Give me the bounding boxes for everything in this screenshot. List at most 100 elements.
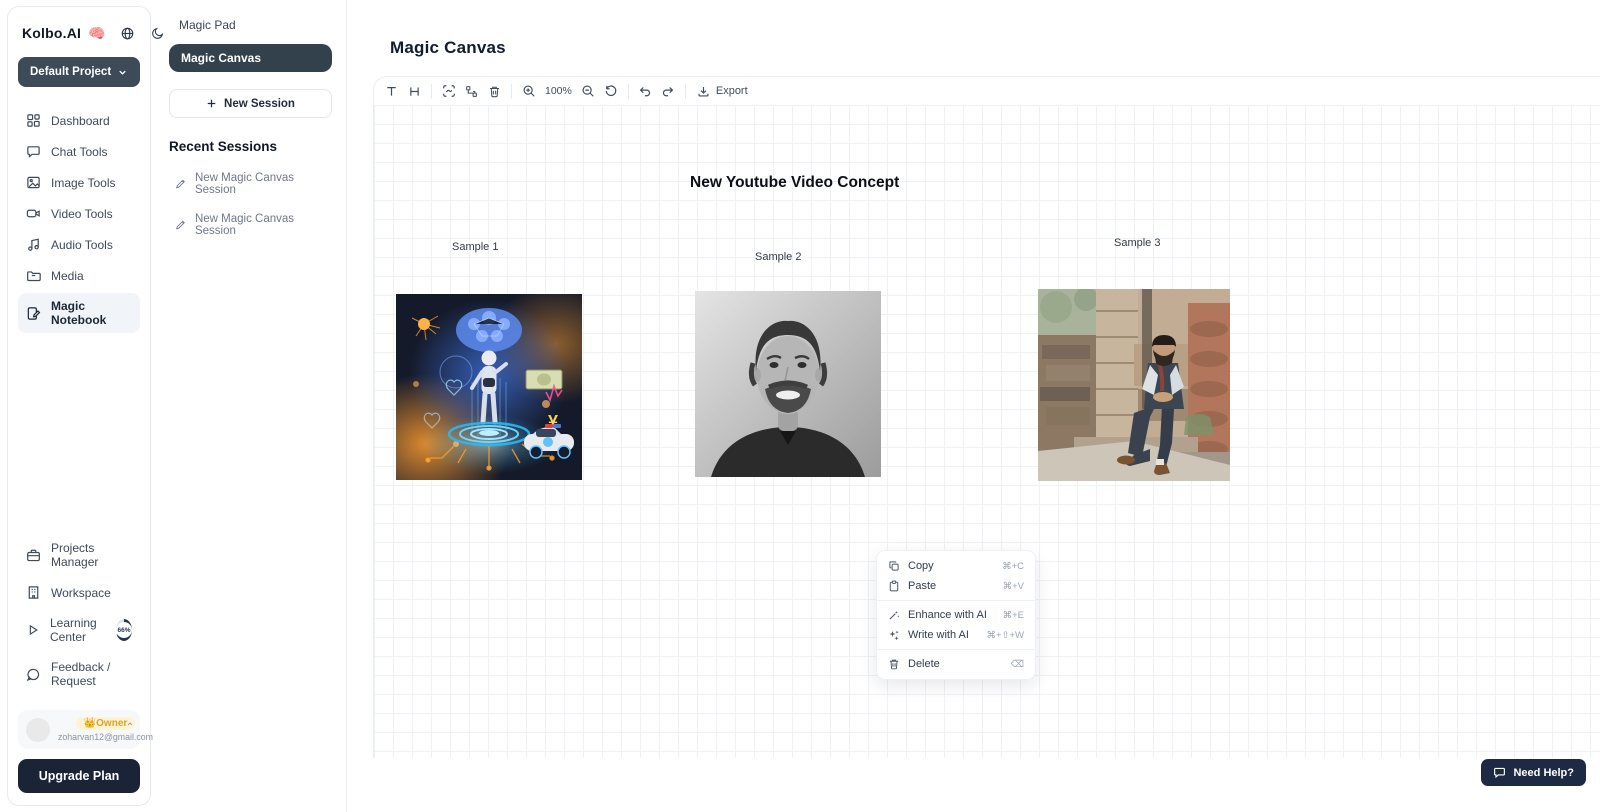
primary-nav: Dashboard Chat Tools Image Tools Video T…	[18, 107, 140, 337]
undo-button[interactable]	[634, 80, 657, 102]
zoom-level-value: 100%	[545, 85, 572, 97]
lasso-select-button[interactable]	[437, 80, 460, 102]
context-menu-item-delete[interactable]: Delete ⌫	[877, 654, 1035, 674]
media-folder-icon	[26, 268, 41, 283]
user-avatar	[26, 718, 50, 742]
briefcase-icon	[26, 548, 41, 563]
sidebar-item-projects-manager[interactable]: Projects Manager	[18, 535, 140, 575]
project-selector[interactable]: Default Project	[18, 57, 140, 87]
project-selector-label: Default Project	[30, 66, 111, 78]
context-menu-shortcut: ⌘+⇧+W	[986, 630, 1024, 641]
heading-tool-button[interactable]	[403, 80, 426, 102]
sample-1-label[interactable]: Sample 1	[452, 241, 498, 253]
app-root: Kolbo.AI 🧠 Default Project Dashboard	[0, 0, 1600, 812]
need-help-button[interactable]: Need Help?	[1481, 759, 1586, 786]
sidebar-item-media[interactable]: Media	[18, 262, 140, 289]
recent-sessions-title: Recent Sessions	[169, 139, 332, 154]
delete-tool-button[interactable]	[483, 80, 506, 102]
context-menu-label: Paste	[908, 580, 936, 592]
help-chat-icon	[1493, 766, 1506, 779]
sidebar-item-learning-center[interactable]: Learning Center 66%	[18, 610, 140, 650]
trash-icon	[488, 85, 501, 98]
sample-1-image[interactable]: ¥	[396, 294, 582, 480]
redo-button[interactable]	[657, 80, 680, 102]
sidebar-item-audio-tools[interactable]: Audio Tools	[18, 231, 140, 258]
hierarchy-button[interactable]	[460, 80, 483, 102]
notebook-pen-icon	[26, 306, 41, 321]
sidebar-item-workspace[interactable]: Workspace	[18, 579, 140, 606]
user-card[interactable]: 👑Owner zoharvan12@gmail.com	[18, 710, 140, 749]
sidebar-item-label: Projects Manager	[51, 541, 132, 569]
context-menu-item-write-with-ai[interactable]: Write with AI ⌘+⇧+W	[877, 625, 1035, 645]
sidebar-item-label: Video Tools	[51, 207, 113, 221]
sample-2-image[interactable]	[695, 291, 881, 477]
session-item[interactable]: New Magic Canvas Session	[169, 209, 332, 241]
play-icon	[26, 623, 40, 637]
music-note-icon	[26, 237, 41, 252]
redo-icon	[661, 84, 675, 98]
tab-magic-pad[interactable]: Magic Pad	[169, 14, 332, 44]
session-item[interactable]: New Magic Canvas Session	[169, 168, 332, 200]
crown-icon: 👑	[84, 718, 96, 729]
context-menu-label: Delete	[908, 658, 940, 670]
lasso-select-icon	[442, 84, 456, 98]
reset-view-button[interactable]	[600, 80, 623, 102]
session-panel: Magic Pad Magic Canvas New Session Recen…	[155, 0, 347, 812]
canvas-toolbar: 100% Export	[374, 77, 1600, 105]
toolbar-separator	[431, 84, 432, 99]
need-help-label: Need Help?	[1513, 767, 1574, 779]
sidebar-item-image-tools[interactable]: Image Tools	[18, 169, 140, 196]
export-button[interactable]: Export	[691, 85, 754, 98]
context-menu-item-enhance-with-ai[interactable]: Enhance with AI ⌘+E	[877, 605, 1035, 625]
new-session-button[interactable]: New Session	[169, 89, 332, 118]
zoom-out-button[interactable]	[577, 80, 600, 102]
sample-3-label[interactable]: Sample 3	[1114, 237, 1160, 249]
rotate-reset-icon	[604, 84, 618, 98]
brand-head-icon: 🧠	[88, 26, 105, 40]
session-item-label: New Magic Canvas Session	[195, 213, 326, 237]
context-menu-item-paste[interactable]: Paste ⌘+V	[877, 576, 1035, 596]
canvas-grid[interactable]: New Youtube Video Concept Sample 1 Sampl…	[374, 105, 1600, 758]
canvas-card: 100% Export	[373, 76, 1600, 758]
pencil-icon	[175, 178, 186, 190]
sidebar-item-label: Image Tools	[51, 176, 115, 190]
image-icon	[26, 175, 41, 190]
context-menu-item-copy[interactable]: Copy ⌘+C	[877, 556, 1035, 576]
sidebar-item-magic-notebook[interactable]: Magic Notebook	[18, 293, 140, 333]
main-area: Magic Canvas	[347, 0, 1600, 812]
context-menu-label: Write with AI	[908, 629, 969, 641]
sidebar-item-label: Media	[51, 269, 84, 283]
feedback-bubble-icon	[26, 667, 41, 682]
sidebar-item-label: Workspace	[51, 586, 111, 600]
context-menu: Copy ⌘+C Paste ⌘+V Enhance with AI ⌘+E	[876, 550, 1036, 680]
context-menu-shortcut: ⌘+C	[1002, 561, 1024, 572]
context-menu-separator	[877, 649, 1035, 650]
learning-progress-ring: 66%	[116, 619, 132, 641]
sparkles-icon	[888, 629, 900, 641]
toolbar-separator	[685, 84, 686, 99]
tab-magic-canvas[interactable]: Magic Canvas	[169, 44, 332, 72]
zoom-in-button[interactable]	[517, 80, 540, 102]
sidebar-item-label: Dashboard	[51, 114, 110, 128]
text-tool-icon	[385, 85, 398, 98]
zoom-in-icon	[522, 84, 536, 98]
sample-3-image[interactable]	[1038, 289, 1230, 481]
upgrade-plan-button[interactable]: Upgrade Plan	[18, 759, 140, 793]
sidebar-item-video-tools[interactable]: Video Tools	[18, 200, 140, 227]
brand-logo: Kolbo.AI	[22, 25, 81, 41]
sample-2-label[interactable]: Sample 2	[755, 251, 801, 263]
sidebar-item-dashboard[interactable]: Dashboard	[18, 107, 140, 134]
pencil-icon	[175, 219, 186, 231]
learning-progress-value: 66%	[116, 622, 132, 638]
user-email: zoharvan12@gmail.com	[58, 732, 153, 742]
new-session-label: New Session	[224, 98, 295, 110]
zoom-out-icon	[581, 84, 595, 98]
undo-icon	[638, 84, 652, 98]
sidebar-item-chat-tools[interactable]: Chat Tools	[18, 138, 140, 165]
canvas-heading[interactable]: New Youtube Video Concept	[690, 174, 899, 192]
text-tool-button[interactable]	[380, 80, 403, 102]
language-globe-icon[interactable]	[120, 26, 135, 41]
sidebar-item-feedback-request[interactable]: Feedback / Request	[18, 654, 140, 694]
download-icon	[697, 85, 710, 98]
building-icon	[26, 585, 41, 600]
